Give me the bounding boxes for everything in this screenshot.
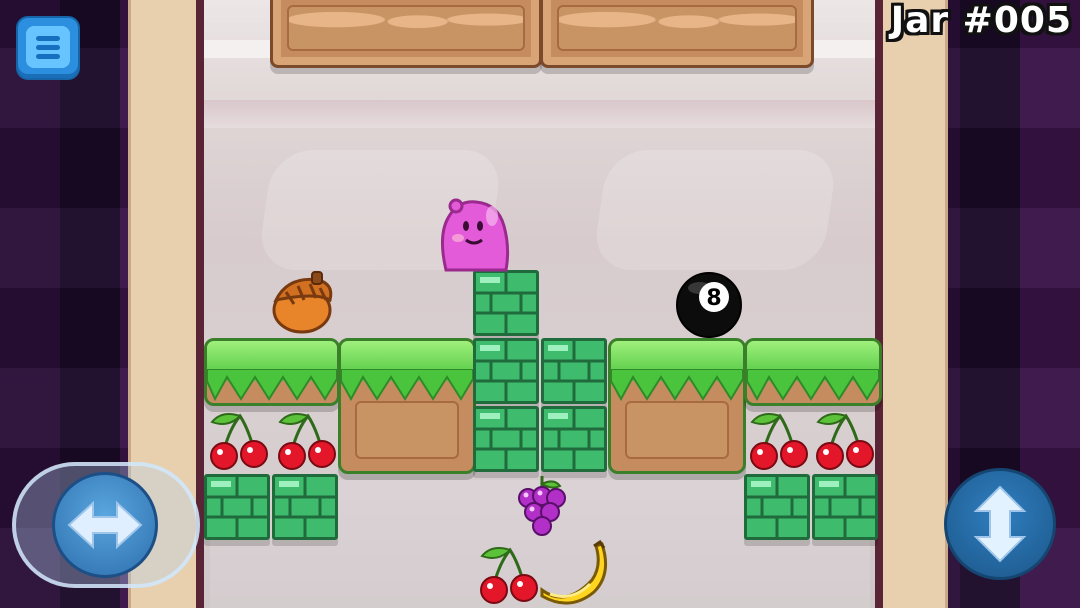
glass-reflection (591, 150, 839, 270)
hamburger-menu-icon (26, 26, 70, 68)
brick-block (204, 474, 270, 540)
crate-block (270, 0, 542, 68)
grass-block (204, 338, 340, 406)
cherries-item (272, 408, 340, 472)
cherries-item (474, 542, 542, 606)
player-blob (436, 196, 512, 274)
eight-ball-number: 8 (706, 286, 721, 311)
brick-block (473, 338, 539, 404)
menu-button[interactable] (16, 16, 80, 80)
grass-block (608, 338, 746, 474)
cherries-item (204, 408, 272, 472)
cherries-item (810, 408, 878, 472)
brick-block (473, 406, 539, 472)
crate-block (540, 0, 814, 68)
horizontal-move-knob[interactable] (52, 472, 158, 578)
grass-block (338, 338, 476, 474)
grass-block (744, 338, 882, 406)
cherries-item (744, 408, 812, 472)
brick-block (744, 474, 810, 540)
brick-block (473, 270, 539, 336)
brick-block (812, 474, 878, 540)
jar-rim-shadow (204, 100, 876, 128)
up-down-arrows-icon (973, 485, 1027, 563)
jar-number-label: Jar #005 (890, 0, 1072, 41)
horizontal-move-control[interactable] (12, 462, 200, 588)
acorn-item (268, 270, 338, 336)
vertical-move-control[interactable] (944, 468, 1056, 580)
banana-item (536, 539, 610, 606)
eight-ball-item: 8 (674, 270, 744, 340)
brick-block (541, 406, 607, 472)
brick-block (272, 474, 338, 540)
brick-block (541, 338, 607, 404)
grapes-item (512, 474, 574, 546)
right-jar-wall (880, 0, 948, 608)
left-right-arrows-icon (67, 500, 143, 550)
